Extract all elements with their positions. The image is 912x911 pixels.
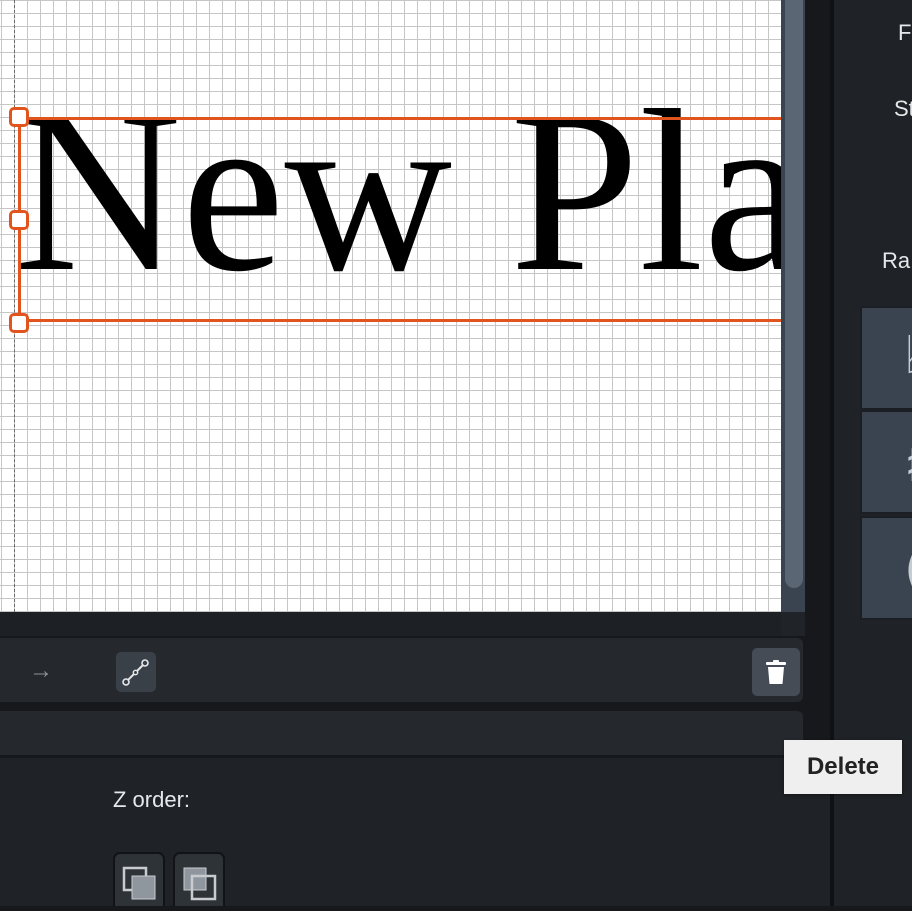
send-backward-icon — [122, 866, 156, 900]
text-frame-selection-border[interactable] — [18, 117, 781, 322]
trash-icon — [766, 660, 786, 684]
secondary-toolbar-strip — [0, 711, 803, 755]
vertical-scrollbar-thumb[interactable] — [785, 0, 803, 588]
resize-handle-bottom-left[interactable] — [9, 313, 29, 333]
style-label: St — [894, 96, 912, 121]
bring-forward-icon — [183, 867, 217, 901]
sharp-icon: ♯ — [904, 434, 912, 494]
z-order-label: Z order: — [113, 787, 191, 812]
font-label: Fo — [898, 20, 912, 45]
horizontal-scrollbar[interactable] — [0, 612, 805, 636]
right-arrow-icon[interactable]: → — [28, 656, 54, 686]
flat-icon: ♭ — [904, 326, 912, 386]
resize-handle-left[interactable] — [9, 210, 29, 230]
send-backward-button[interactable] — [113, 852, 165, 906]
range-label: Ra — [882, 248, 911, 273]
delete-button[interactable] — [752, 648, 800, 696]
sharp-accidental-button[interactable]: ♯ — [860, 410, 912, 514]
scrollbar-corner — [781, 612, 805, 636]
natural-icon: ( — [904, 540, 912, 600]
bring-forward-button[interactable] — [173, 852, 225, 906]
page-canvas[interactable]: New Pla — [0, 0, 781, 612]
line-tool-icon — [122, 659, 149, 686]
resize-handle-top-left[interactable] — [9, 107, 29, 127]
natural-accidental-button[interactable]: ( — [860, 516, 912, 620]
line-tool-button[interactable] — [116, 652, 156, 692]
flat-accidental-button[interactable]: ♭ — [860, 306, 912, 410]
delete-tooltip: Delete — [784, 740, 902, 794]
